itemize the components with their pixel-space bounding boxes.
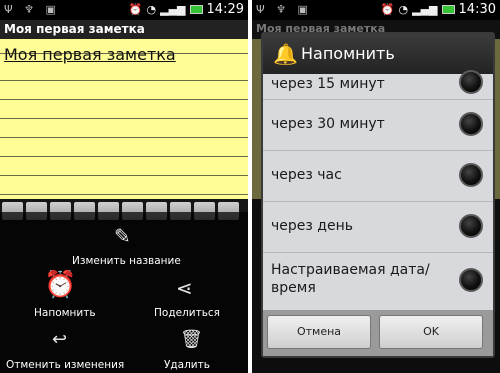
option-custom-date[interactable]: Настраиваемая дата/ время xyxy=(263,253,493,310)
option-label-line1: Настраиваемая дата/ xyxy=(271,262,430,278)
option-1-hour[interactable]: через час xyxy=(263,151,493,202)
dialog-header: 🔔 Напомнить xyxy=(263,34,493,74)
signal-icon: ▂▄▆ xyxy=(160,3,186,16)
left-screen: Ψ ♆ ▣ ⏰ ◔ ▂▄▆ 14:29 Моя первая заметка М… xyxy=(0,0,248,373)
cancel-button[interactable]: Отмена xyxy=(267,315,371,349)
undo-icon: ↩ xyxy=(52,329,68,350)
app-title: Моя первая заметка xyxy=(0,20,248,39)
note-paper[interactable]: Моя первая заметка xyxy=(0,39,248,199)
radio-button[interactable] xyxy=(459,268,483,292)
remind-action[interactable]: Напомнить xyxy=(34,307,96,319)
share-icon: ⋖ xyxy=(176,276,193,300)
status-bar: Ψ ♆ ▣ ⏰ ◔ ▂▄▆ 14:29 xyxy=(0,0,248,20)
option-label: через 30 минут xyxy=(271,116,385,132)
radio-button[interactable] xyxy=(459,70,483,94)
delete-action[interactable]: Удалить xyxy=(164,359,210,371)
alarm-status-icon: ⏰ xyxy=(128,3,143,16)
pencil-icon: ✎ xyxy=(114,224,131,248)
option-label: через 15 минут xyxy=(271,76,385,92)
option-label: через час xyxy=(271,167,342,183)
share-action[interactable]: Поделиться xyxy=(154,307,220,319)
alarm-status-icon: ⏰ xyxy=(380,3,395,16)
status-time: 14:29 xyxy=(206,2,244,17)
option-30-min[interactable]: через 30 минут xyxy=(263,100,493,151)
alarm-clock-icon: ⏰ xyxy=(44,270,77,300)
undo-action[interactable]: Отменить изменения xyxy=(6,359,124,371)
wifi-icon: ◔ xyxy=(398,3,409,16)
bell-icon: 🔔 xyxy=(273,42,298,66)
rename-action[interactable]: Изменить название xyxy=(72,255,181,267)
trash-icon: 🗑 xyxy=(180,329,203,350)
option-15-min[interactable]: через 15 минут xyxy=(263,70,493,100)
remind-dialog: 🔔 Напомнить через 15 минут через 30 мину… xyxy=(261,32,495,358)
wifi-icon: ◔ xyxy=(146,3,157,16)
right-screen: Ψ ♆ ▣ ⏰ ◔ ▂▄▆ 14:30 Моя первая заметка 🔔… xyxy=(252,0,500,373)
quick-action-menu: ✎ Изменить название ⏰ Напомнить ⋖ Подели… xyxy=(0,212,248,373)
radio-button[interactable] xyxy=(459,112,483,136)
radio-button[interactable] xyxy=(459,214,483,238)
battery-icon xyxy=(189,5,203,14)
notification-icons: Ψ ♆ ▣ xyxy=(256,3,312,16)
radio-button[interactable] xyxy=(459,163,483,187)
status-right: ⏰ ◔ ▂▄▆ 14:29 xyxy=(129,2,244,17)
dialog-title: Напомнить xyxy=(301,44,395,63)
option-label-line2: время xyxy=(271,280,316,296)
status-bar: Ψ ♆ ▣ ⏰ ◔ ▂▄▆ 14:30 xyxy=(252,0,500,20)
status-right: ⏰ ◔ ▂▄▆ 14:30 xyxy=(381,2,496,17)
option-label: через день xyxy=(271,218,353,234)
option-1-day[interactable]: через день xyxy=(263,202,493,253)
dialog-footer: Отмена OK xyxy=(263,310,493,356)
notification-icons: Ψ ♆ ▣ xyxy=(4,3,60,16)
ok-button[interactable]: OK xyxy=(379,315,483,349)
battery-icon xyxy=(441,5,455,14)
note-title[interactable]: Моя первая заметка xyxy=(4,45,176,64)
signal-icon: ▂▄▆ xyxy=(412,3,438,16)
status-time: 14:30 xyxy=(458,2,496,17)
